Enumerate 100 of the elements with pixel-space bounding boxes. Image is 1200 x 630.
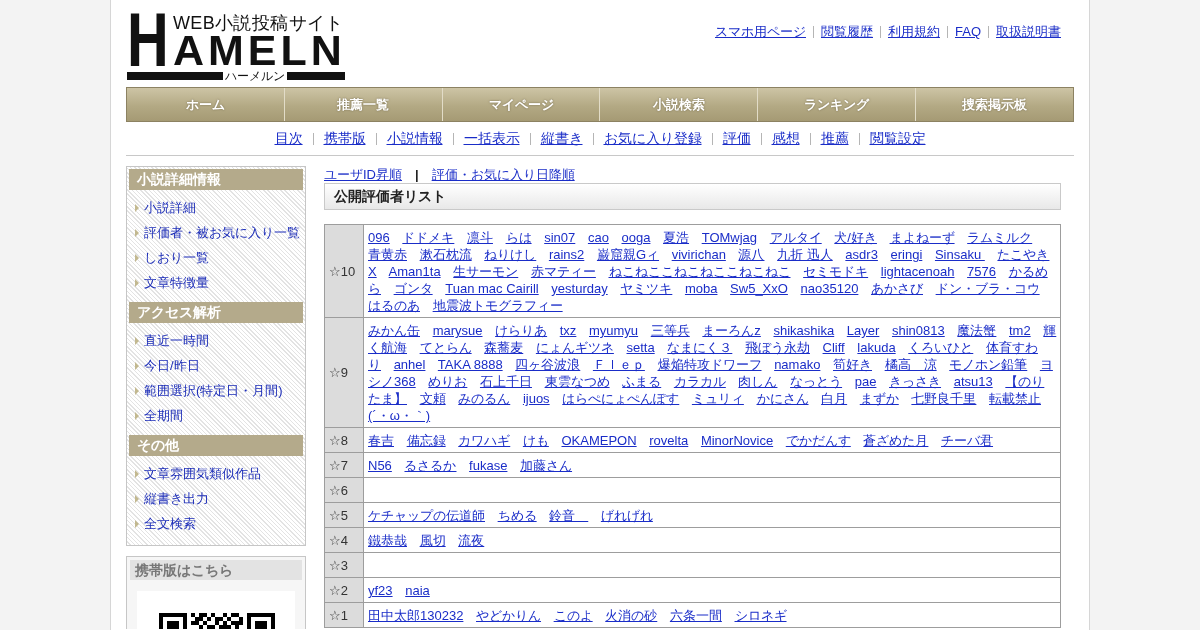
user-link[interactable]: Aman1ta (388, 264, 441, 279)
user-link[interactable]: たこやき (997, 247, 1050, 262)
user-link[interactable]: ケチャップの伝道師 (368, 508, 485, 523)
sort-link[interactable]: ユーザID昇順 (324, 165, 402, 184)
user-link[interactable]: anhel (393, 357, 426, 372)
user-link[interactable]: nao35120 (800, 281, 859, 296)
user-link[interactable]: ijuos (522, 391, 550, 406)
user-link[interactable]: はらぺにょぺんぽす (562, 391, 680, 406)
user-link[interactable]: けらりあ (495, 323, 548, 338)
user-link[interactable]: シロネギ (734, 608, 787, 623)
user-link[interactable]: setta (626, 340, 655, 355)
user-link[interactable]: かにさん (756, 391, 809, 406)
user-link[interactable]: myumyu (589, 323, 639, 338)
user-link[interactable]: るさるか (404, 458, 457, 473)
user-link[interactable]: vivirichan (671, 247, 726, 262)
header-link[interactable]: 取扱説明書 (996, 25, 1061, 39)
user-link[interactable]: 地震波トモグラフィー (432, 298, 563, 313)
user-link[interactable]: moba (684, 281, 718, 296)
user-link[interactable]: 流夜 (458, 533, 485, 548)
user-link[interactable]: みかん缶 (368, 323, 420, 338)
header-link[interactable]: スマホ用ページ (715, 25, 806, 39)
user-link[interactable]: OKAMEPON (561, 433, 637, 448)
user-link[interactable]: 転載禁止 (989, 391, 1041, 406)
sidebar-link[interactable]: しおり一覧 (129, 245, 303, 270)
user-link[interactable]: ゴンタ (393, 281, 433, 296)
user-link[interactable]: shikashika (773, 323, 835, 338)
subnav-link[interactable]: 縦書き (540, 130, 583, 147)
subnav-link[interactable]: お気に入り登録 (603, 130, 702, 147)
user-link[interactable]: 魔法蟹 (957, 323, 997, 338)
user-link[interactable]: 加藤さん (520, 458, 573, 473)
user-link[interactable]: はるのあ (368, 298, 420, 313)
user-link[interactable]: カワハギ (458, 433, 511, 448)
user-link[interactable]: ねりけし (484, 247, 537, 262)
user-link[interactable]: みのるん (458, 391, 511, 406)
user-link[interactable]: ふまる (622, 374, 662, 389)
user-link[interactable]: 風切 (419, 533, 446, 548)
user-link[interactable]: らは (505, 230, 532, 245)
subnav-link[interactable]: 小説情報 (386, 130, 443, 147)
user-link[interactable]: namako (774, 357, 821, 372)
user-link[interactable]: 飛ぼう永劫 (744, 340, 810, 355)
user-link[interactable]: 鈴音 (549, 508, 589, 523)
user-link[interactable]: まよねーず (889, 230, 955, 245)
user-link[interactable]: 赤マティー (530, 264, 596, 279)
sidebar-link[interactable]: 評価者・被お気に入り一覧 (129, 220, 303, 245)
header-link[interactable]: 利用規約 (888, 25, 940, 39)
user-link[interactable]: このよ (553, 608, 593, 623)
subnav-link[interactable]: 感想 (771, 130, 800, 147)
user-link[interactable]: 犬/好き (834, 230, 877, 245)
user-link[interactable]: X (368, 264, 377, 279)
user-link[interactable]: 肉しん (738, 374, 778, 389)
user-link[interactable]: marysue (432, 323, 483, 338)
user-link[interactable]: ミュリィ (691, 391, 744, 406)
user-link[interactable]: Sinsaku (934, 247, 985, 262)
user-link[interactable]: 【のり (1005, 374, 1045, 389)
user-link[interactable]: 筍好き (833, 357, 872, 372)
user-link[interactable]: 爆焔特攻ドワーフ (657, 357, 762, 372)
user-link[interactable]: 六条一間 (669, 608, 722, 623)
user-link[interactable]: pae (854, 374, 877, 389)
user-link[interactable]: 巌窟親Gィ (596, 247, 660, 262)
user-link[interactable]: 青黄赤 (368, 247, 407, 262)
sidebar-link[interactable]: 全文検索 (129, 511, 303, 536)
user-link[interactable]: 白月 (821, 391, 848, 406)
user-link[interactable]: 田中太郎130232 (368, 608, 464, 623)
user-link[interactable]: かるめ (1008, 264, 1048, 279)
user-link[interactable]: けも (522, 433, 549, 448)
user-link[interactable]: 蒼ざめた月 (863, 433, 929, 448)
user-link[interactable]: 096 (368, 230, 390, 245)
user-link[interactable]: 鐵恭哉 (368, 533, 407, 548)
user-link[interactable]: 石上千日 (479, 374, 532, 389)
user-link[interactable]: てとらん (419, 340, 472, 355)
user-link[interactable]: く航海 (368, 340, 407, 355)
user-link[interactable]: 九折 迅人 (777, 247, 833, 262)
user-link[interactable]: ヤミツキ (620, 281, 673, 296)
user-link[interactable]: アルタイ (769, 230, 822, 245)
user-link[interactable]: チーバ君 (941, 433, 994, 448)
user-link[interactable]: り (368, 357, 381, 372)
user-link[interactable]: ら (368, 281, 381, 296)
user-link[interactable]: Sw5_XxO (730, 281, 788, 296)
user-link[interactable]: ヨ (1039, 357, 1053, 372)
sidebar-link[interactable]: 直近一時間 (129, 328, 303, 353)
user-link[interactable]: MinorNovice (700, 433, 774, 448)
user-link[interactable]: eringi (890, 247, 923, 262)
user-link[interactable]: 三等兵 (650, 323, 690, 338)
sidebar-link[interactable]: 小説詳細 (129, 195, 303, 220)
user-link[interactable]: ooga (621, 230, 651, 245)
user-link[interactable]: lightacenoah (880, 264, 955, 279)
user-link[interactable]: 源八 (738, 247, 765, 262)
user-link[interactable]: くろいひと (908, 340, 974, 355)
user-link[interactable]: atsu13 (953, 374, 993, 389)
user-link[interactable]: にょんギツネ (535, 340, 614, 355)
user-link[interactable]: まーろんz (702, 323, 761, 338)
user-link[interactable]: ドドメキ (402, 230, 455, 245)
user-link[interactable]: 四ヶ谷波浪 (515, 357, 581, 372)
user-link[interactable]: 七野良千里 (911, 391, 977, 406)
subnav-link[interactable]: 一括表示 (463, 130, 520, 147)
header-link[interactable]: FAQ (955, 25, 981, 39)
user-link[interactable]: でかだんす (785, 433, 851, 448)
user-link[interactable]: yf23 (368, 583, 393, 598)
user-link[interactable]: 生サーモン (453, 264, 519, 279)
user-link[interactable]: なまにく３ (667, 340, 733, 355)
